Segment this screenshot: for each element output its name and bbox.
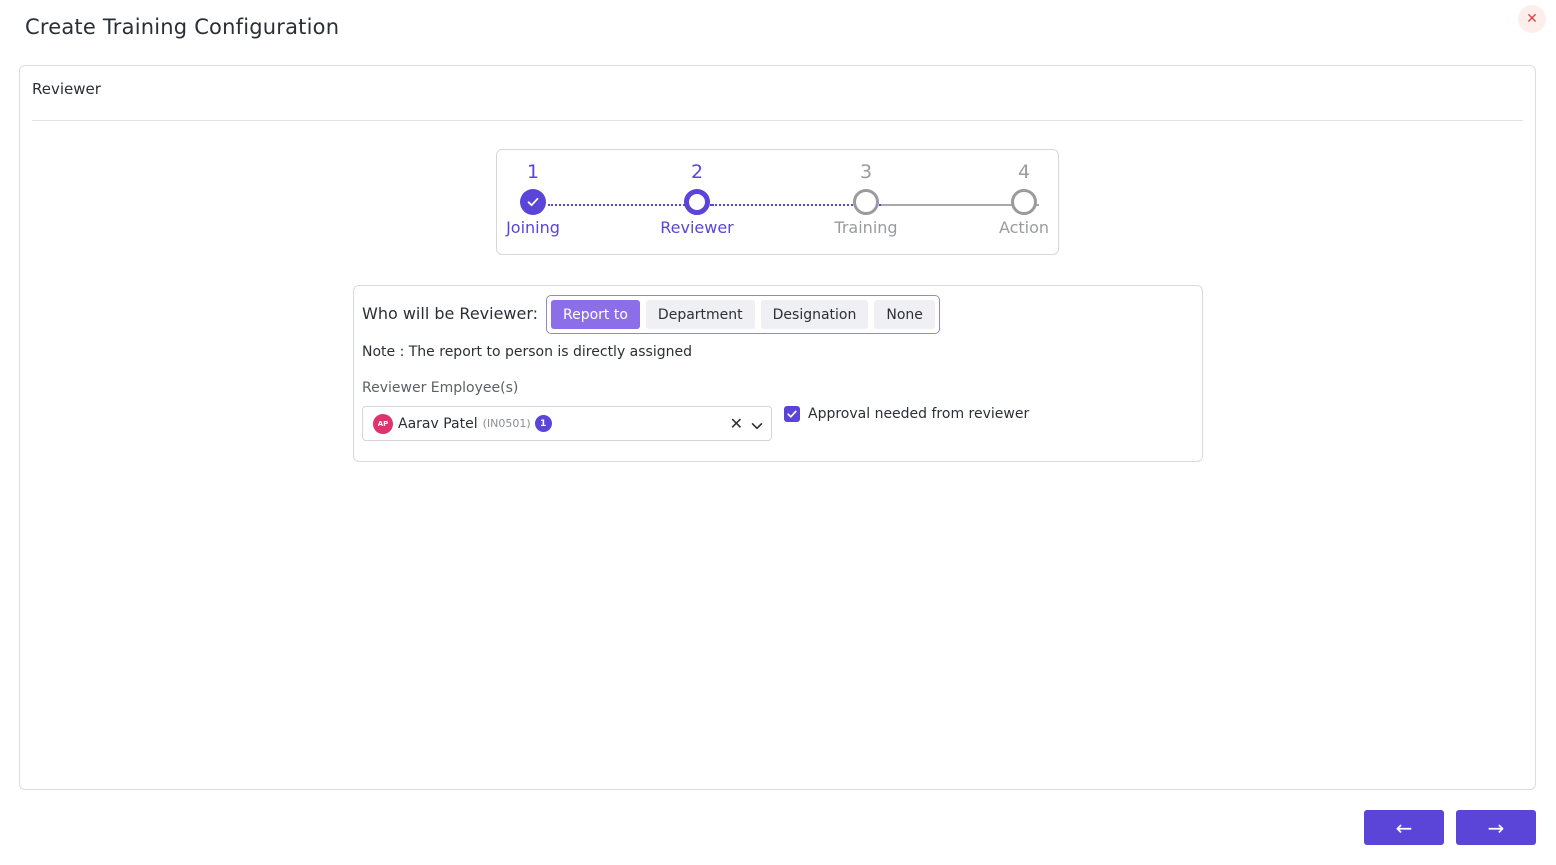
reviewer-panel: Reviewer 1 Joining 2 Reviewer 3 Training… (19, 65, 1536, 790)
approval-label: Approval needed from reviewer (808, 406, 1030, 422)
step-label: Joining (506, 218, 560, 237)
step-reviewer[interactable]: 2 Reviewer (647, 158, 747, 237)
panel-divider (32, 120, 1523, 121)
option-none[interactable]: None (874, 300, 935, 329)
step-number: 2 (690, 161, 704, 183)
modal-title: Create Training Configuration (25, 15, 340, 39)
reviewer-employee-select[interactable]: AP Aarav Patel (IN0501) 1 ✕ (362, 406, 772, 441)
selection-count-badge: 1 (534, 415, 552, 432)
next-button[interactable]: → (1456, 810, 1536, 845)
step-label: Training (834, 218, 898, 237)
pending-step-indicator (853, 189, 879, 215)
step-joining[interactable]: 1 Joining (483, 158, 583, 237)
option-designation[interactable]: Designation (760, 300, 869, 329)
current-step-indicator (684, 189, 710, 215)
close-icon: ✕ (1526, 11, 1538, 27)
step-number: 4 (1017, 161, 1031, 183)
panel-header: Reviewer (32, 80, 101, 98)
check-icon (520, 189, 546, 215)
employee-code: (IN0501) (482, 417, 531, 430)
option-report-to[interactable]: Report to (551, 300, 640, 329)
create-training-config-modal: Create Training Configuration ✕ Reviewer… (0, 0, 1556, 865)
approval-checkbox[interactable] (784, 406, 800, 422)
employee-name: Aarav Patel (398, 415, 478, 432)
step-training[interactable]: 3 Training (816, 158, 916, 237)
pending-step-indicator (1011, 189, 1037, 215)
step-label: Action (998, 218, 1050, 237)
option-department[interactable]: Department (645, 300, 755, 329)
close-button[interactable]: ✕ (1518, 5, 1546, 33)
step-number: 1 (526, 161, 540, 183)
approval-option: Approval needed from reviewer (784, 406, 1029, 422)
step-number: 3 (859, 161, 873, 183)
reviewer-type-toggle: Report to Department Designation None (546, 295, 940, 334)
step-action[interactable]: 4 Action (974, 158, 1074, 237)
reviewer-note: Note : The report to person is directly … (362, 344, 692, 360)
arrow-right-icon: → (1487, 815, 1505, 840)
step-label: Reviewer (660, 218, 734, 237)
chevron-down-icon[interactable] (751, 417, 763, 436)
reviewer-employees-label: Reviewer Employee(s) (362, 380, 519, 396)
arrow-left-icon: ← (1395, 815, 1413, 840)
reviewer-form-card: Who will be Reviewer: Report to Departme… (353, 285, 1203, 462)
clear-icon[interactable]: ✕ (730, 414, 743, 433)
reviewer-question-label: Who will be Reviewer: (362, 304, 539, 323)
back-button[interactable]: ← (1364, 810, 1444, 845)
stepper: 1 Joining 2 Reviewer 3 Training 4 Action (496, 149, 1059, 255)
avatar: AP (373, 413, 393, 434)
